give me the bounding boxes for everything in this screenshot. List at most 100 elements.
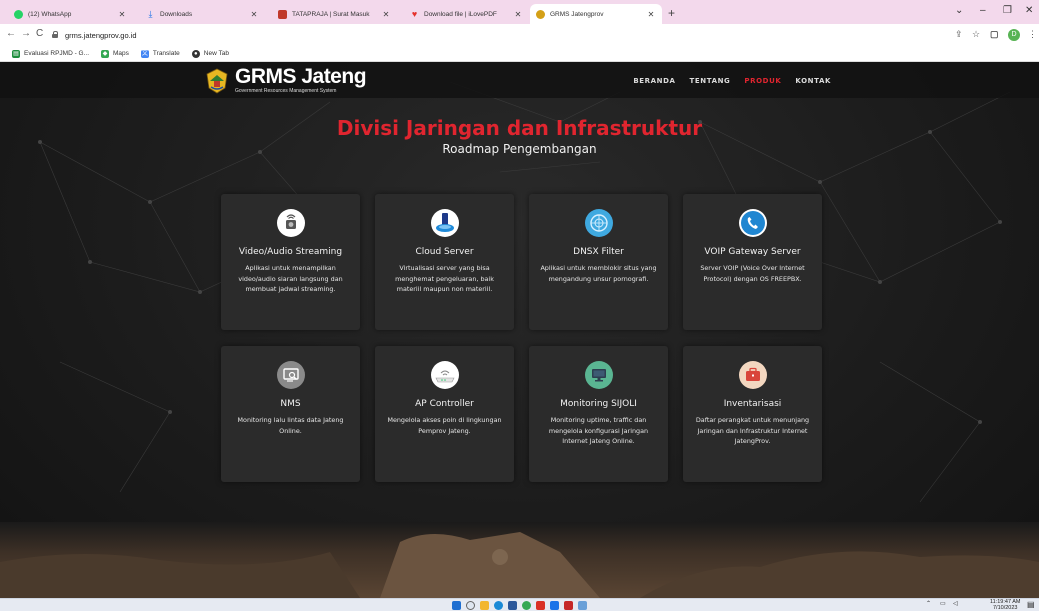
page-title: Divisi Jaringan dan Infrastruktur	[336, 116, 703, 140]
pdf-icon[interactable]	[564, 601, 573, 610]
nav-produk[interactable]: PRODUK	[744, 77, 781, 85]
word-icon[interactable]	[550, 601, 559, 610]
system-clock[interactable]: 11:19:47 AM 7/10/2023	[990, 599, 1020, 611]
card-description: Monitoring uptime, traffic dan mengelola…	[548, 416, 649, 445]
card-cloud-server[interactable]: Cloud Server Virtualisasi server yang bi…	[375, 194, 514, 330]
file-explorer-icon[interactable]	[480, 601, 489, 610]
voip-icon	[738, 209, 767, 237]
tab-tatapraja[interactable]: TATAPRAJA | Surat Masuk ✕	[272, 4, 397, 24]
logo-name: GRMS Jateng	[235, 65, 367, 88]
app-icon[interactable]	[536, 601, 545, 610]
card-title: VOIP Gateway Server	[704, 247, 801, 257]
card-description: Virtualisasi server yang bisa menghemat …	[395, 264, 494, 293]
main-nav: BERANDA TENTANG PRODUK KONTAK	[633, 77, 831, 85]
nav-kontak[interactable]: KONTAK	[795, 77, 831, 85]
card-inventarisasi[interactable]: Inventarisasi Daftar perangkat untuk men…	[683, 346, 822, 482]
card-description: Daftar perangkat untuk menunjang Jaringa…	[695, 416, 810, 445]
card-title: DNSX Filter	[573, 247, 624, 257]
tab-ilovepdf[interactable]: ♥ Download file | iLovePDF ✕	[404, 4, 529, 24]
close-icon[interactable]: ✕	[513, 10, 523, 19]
maps-icon: ◆	[101, 49, 110, 58]
lock-icon	[52, 31, 59, 39]
tab-search-icon[interactable]: ⌄	[955, 5, 963, 16]
new-tab-button[interactable]: +	[668, 6, 675, 20]
close-icon[interactable]: ✕	[646, 10, 656, 19]
card-dnsx-filter[interactable]: DNSX Filter Aplikasi untuk memblokir sit…	[529, 194, 668, 330]
cloud-server-icon	[430, 209, 459, 237]
card-monitoring-sijoli[interactable]: Monitoring SIJOLI Monitoring uptime, tra…	[529, 346, 668, 482]
close-icon[interactable]: ✕	[381, 10, 391, 19]
bookmark-translate[interactable]: 文 Translate	[140, 49, 180, 58]
nav-beranda[interactable]: BERANDA	[633, 77, 675, 85]
store-icon[interactable]	[508, 601, 517, 610]
profile-avatar[interactable]: D	[1008, 29, 1020, 41]
tab-title: GRMS Jatengprov	[550, 10, 604, 18]
bookmark-label: Evaluasi RPJMD - G...	[24, 50, 90, 57]
page-subtitle: Roadmap Pengembangan	[442, 142, 597, 156]
menu-icon[interactable]: ⋮	[1028, 29, 1037, 40]
bookmark-newtab[interactable]: ● New Tab	[191, 49, 229, 58]
tab-title: (12) WhatsApp	[28, 10, 72, 18]
bookmark-label: Translate	[152, 50, 180, 57]
close-icon[interactable]: ✕	[249, 10, 259, 19]
bookmark-label: New Tab	[203, 50, 229, 57]
grms-icon	[536, 9, 545, 19]
chrome-icon[interactable]	[522, 601, 531, 610]
dns-filter-icon	[584, 209, 613, 237]
reload-button[interactable]: C	[36, 28, 43, 39]
tab-title: Downloads	[160, 10, 193, 18]
tab-whatsapp[interactable]: (12) WhatsApp ✕	[8, 4, 133, 24]
sidepanel-icon[interactable]: ▢	[990, 29, 999, 40]
product-grid: Video/Audio Streaming Aplikasi untuk men…	[221, 194, 823, 482]
bookmark-evaluasi[interactable]: ▤ Evaluasi RPJMD - G...	[12, 49, 90, 58]
tab-title: TATAPRAJA | Surat Masuk	[292, 10, 370, 18]
close-icon[interactable]: ✕	[117, 10, 127, 19]
logo-subtitle: Government Resources Management System	[235, 88, 337, 94]
minimize-button[interactable]: –	[980, 5, 986, 16]
monitor-icon	[584, 361, 613, 389]
whatsapp-icon	[14, 9, 23, 19]
tab-downloads[interactable]: ⤓ Downloads ✕	[140, 4, 265, 24]
close-window-button[interactable]: ✕	[1025, 5, 1033, 16]
card-title: Inventarisasi	[723, 399, 782, 409]
search-icon[interactable]	[466, 601, 475, 610]
translate-icon: 文	[140, 49, 149, 58]
bookmark-maps[interactable]: ◆ Maps	[101, 49, 129, 58]
network-icon[interactable]: ▭	[940, 600, 946, 607]
volume-icon[interactable]: ◁	[953, 600, 958, 607]
share-icon[interactable]: ⇪	[955, 29, 963, 40]
photos-icon[interactable]	[578, 601, 587, 610]
address-bar[interactable]: grms.jatengprov.go.id	[52, 27, 932, 43]
site-logo[interactable]: GRMS Jateng Government Resources Managem…	[205, 65, 367, 94]
web-page: GRMS Jateng Government Resources Managem…	[0, 62, 1039, 598]
back-button[interactable]: ←	[6, 28, 16, 39]
ilovepdf-icon: ♥	[411, 8, 418, 19]
bookmark-star-icon[interactable]: ☆	[972, 29, 980, 40]
show-hidden-icons[interactable]: ⌃	[926, 600, 931, 607]
notification-icon[interactable]: ▤	[1027, 600, 1035, 609]
card-title: AP Controller	[415, 399, 474, 409]
temple-ruins-image	[0, 522, 1039, 598]
inventory-icon	[738, 361, 767, 389]
card-voip-gateway-server[interactable]: VOIP Gateway Server Server VOIP (Voice O…	[683, 194, 822, 330]
card-title: NMS	[280, 399, 301, 409]
card-ap-controller[interactable]: AP Controller Mengelola akses poin di li…	[375, 346, 514, 482]
clock-date: 7/10/2023	[993, 605, 1018, 611]
card-video-audio-streaming[interactable]: Video/Audio Streaming Aplikasi untuk men…	[221, 194, 360, 330]
edge-icon[interactable]	[494, 601, 503, 610]
forward-button[interactable]: →	[21, 28, 31, 39]
tab-title: Download file | iLovePDF	[424, 10, 497, 18]
nms-icon	[276, 361, 305, 389]
newtab-icon: ●	[191, 49, 200, 58]
nav-tentang[interactable]: TENTANG	[690, 77, 731, 85]
browser-toolbar: ← → C grms.jatengprov.go.id ⇪ ☆ ▢ D ⋮	[0, 24, 1039, 46]
tatapraja-icon	[278, 9, 287, 19]
ap-controller-icon	[430, 361, 459, 389]
card-description: Aplikasi untuk memblokir situs yang meng…	[540, 264, 657, 283]
streaming-icon	[276, 209, 305, 237]
maximize-button[interactable]: ❐	[1003, 5, 1012, 16]
start-icon[interactable]	[452, 601, 461, 610]
card-nms[interactable]: NMS Monitoring lalu lintas data Jateng O…	[221, 346, 360, 482]
tab-grms-active[interactable]: GRMS Jatengprov ✕	[530, 4, 662, 24]
card-description: Server VOIP (Voice Over Internet Protoco…	[700, 264, 805, 283]
